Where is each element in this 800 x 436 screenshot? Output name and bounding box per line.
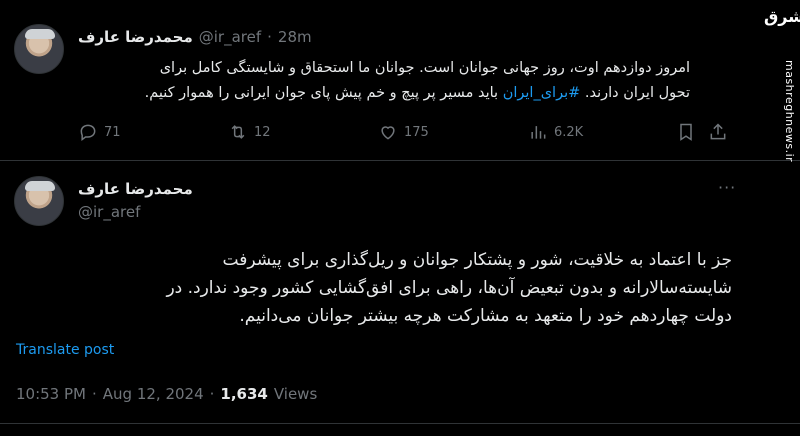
avatar[interactable] <box>14 24 64 74</box>
views-icon <box>531 126 546 139</box>
divider <box>0 423 800 424</box>
timestamp[interactable]: 28m <box>278 28 312 46</box>
share-button[interactable] <box>708 122 728 142</box>
repost-icon <box>231 125 245 139</box>
display-name[interactable]: محمدرضا عارف <box>78 28 193 46</box>
watermark-logo: مشرق <box>764 7 800 26</box>
reply-button[interactable]: 71 <box>78 122 121 142</box>
post-date[interactable]: Aug 12, 2024 <box>103 385 204 403</box>
tweet-meta: 10:53 PM · Aug 12, 2024 · 1,634 Views <box>16 385 317 403</box>
handle[interactable]: @ir_aref <box>78 203 140 221</box>
like-button[interactable]: 175 <box>378 122 429 142</box>
heart-icon <box>381 126 395 140</box>
tweet-text: امروز دوازدهم اوت، روز جهانی جوانان است.… <box>78 56 690 106</box>
tweet-text-segment: باید مسیر پر پیچ و خم پیش پای جوان ایران… <box>144 85 503 101</box>
bookmark-icon <box>680 123 692 141</box>
tweet-line: امروز دوازدهم اوت، روز جهانی جوانان است.… <box>159 60 690 76</box>
tweet-line: جز با اعتماد به خلاقیت، شور و پشتکار جوا… <box>222 250 732 270</box>
repost-button[interactable]: 12 <box>228 122 271 142</box>
more-options-icon[interactable]: ··· <box>718 178 736 197</box>
display-name[interactable]: محمدرضا عارف <box>78 180 193 198</box>
watermark-url: mashreghnews.ir <box>783 60 796 163</box>
hashtag-link[interactable]: #برای_ایران <box>503 85 581 101</box>
handle[interactable]: @ir_aref <box>199 28 261 46</box>
views-count: 1,634 <box>220 385 268 403</box>
like-count: 175 <box>404 124 429 140</box>
share-icon <box>710 123 726 140</box>
translate-post-link[interactable]: Translate post <box>16 342 114 358</box>
tweet-line: دولت چهاردهم خود را متعهد به مشارکت هرچه… <box>239 306 732 326</box>
tweet-text-segment: تحول ایران دارند. <box>580 85 690 101</box>
tweet-header: محمدرضا عارف <box>78 180 193 198</box>
post-time[interactable]: 10:53 PM <box>16 385 86 403</box>
tweet-line: تحول ایران دارند. #برای_ایران باید مسیر … <box>78 81 690 106</box>
views-label: Views <box>273 385 318 403</box>
separator: · <box>91 385 97 403</box>
views-button[interactable]: 6.2K <box>528 122 583 142</box>
tweet-header: محمدرضا عارف @ir_aref · 28m <box>78 28 312 46</box>
separator: · <box>209 385 215 403</box>
tweet-text: جز با اعتماد به خلاقیت، شور و پشتکار جوا… <box>100 246 732 330</box>
divider <box>0 160 800 161</box>
separator: · <box>267 28 272 46</box>
reply-count: 71 <box>104 124 121 140</box>
thread-tweet: محمدرضا عارف @ir_aref · 28m امروز دوازده… <box>0 0 760 160</box>
bookmark-button[interactable] <box>676 122 696 142</box>
repost-count: 12 <box>254 124 271 140</box>
reply-icon <box>80 124 96 141</box>
tweet-line: شایسته‌سالارانه و بدون تبعیض آن‌ها، راهی… <box>166 278 732 298</box>
views-count: 6.2K <box>554 124 584 140</box>
avatar[interactable] <box>14 176 64 226</box>
